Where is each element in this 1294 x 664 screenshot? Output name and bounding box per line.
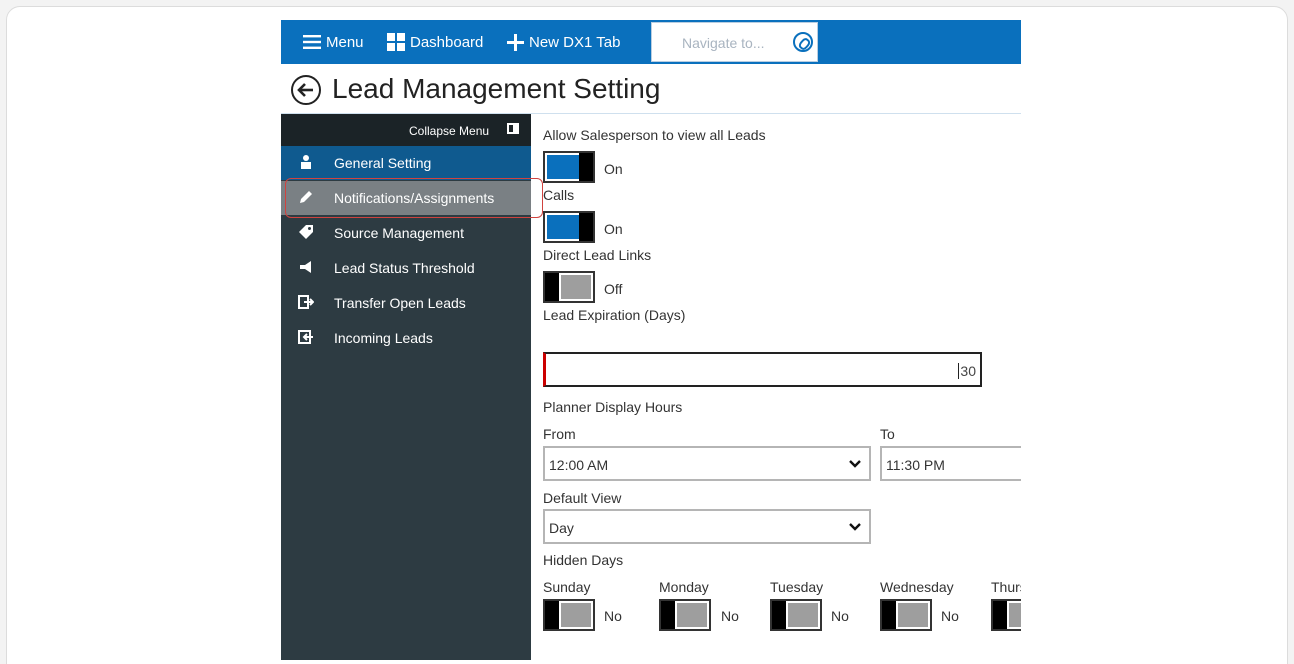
sidebar-item-label: Incoming Leads: [334, 330, 433, 346]
sidebar-item-incoming-leads[interactable]: Incoming Leads: [281, 321, 531, 355]
toggle-knob: [993, 601, 1007, 629]
toggle-knob: [545, 601, 559, 629]
to-label: To: [880, 426, 895, 442]
sidebar-item-label: General Setting: [334, 155, 432, 171]
collapse-icon: [507, 123, 519, 134]
toggle-knob: [661, 601, 675, 629]
new-tab-button[interactable]: New DX1 Tab: [507, 32, 620, 52]
direct-lead-links-state: Off: [604, 281, 623, 297]
direct-lead-links-toggle[interactable]: [543, 271, 595, 303]
day-label-thursday: Thursday: [991, 579, 1021, 595]
hidden-days-label: Hidden Days: [543, 552, 624, 568]
compass-icon[interactable]: [793, 32, 813, 52]
dashboard-icon: [387, 33, 405, 51]
day-toggle-thursday[interactable]: [991, 599, 1021, 631]
top-navbar: Menu Dashboard New DX1 Tab Navigate to..…: [281, 20, 1021, 64]
day-state-monday: No: [721, 608, 739, 624]
allow-salesperson-label: Allow Salesperson to view all Leads: [543, 127, 766, 143]
settings-content: Allow Salesperson to view all Leads On C…: [531, 114, 1021, 660]
day-label-sunday: Sunday: [543, 579, 591, 595]
navigate-placeholder: Navigate to...: [682, 35, 765, 51]
app-window: Menu Dashboard New DX1 Tab Navigate to..…: [281, 20, 1021, 660]
day-toggle-monday[interactable]: [659, 599, 711, 631]
day-state-wednesday: No: [941, 608, 959, 624]
toggle-fill: [561, 275, 591, 299]
highlight-box: [285, 178, 543, 218]
toggle-knob: [545, 273, 559, 301]
megaphone-icon: [298, 259, 314, 275]
day-state-sunday: No: [604, 608, 622, 624]
menu-label: Menu: [326, 33, 364, 51]
toggle-fill: [898, 603, 928, 627]
toggle-fill: [1009, 603, 1021, 627]
collapse-menu-button[interactable]: Collapse Menu: [281, 114, 531, 146]
sidebar-item-general-setting[interactable]: General Setting: [281, 146, 531, 180]
dashboard-label: Dashboard: [410, 33, 484, 51]
plus-icon: [507, 33, 524, 51]
navigate-input[interactable]: Navigate to...: [651, 22, 818, 62]
day-label-monday: Monday: [659, 579, 709, 595]
toggle-knob: [579, 153, 593, 181]
from-label: From: [543, 426, 576, 442]
default-view-select[interactable]: Day: [543, 509, 871, 544]
day-label-tuesday: Tuesday: [770, 579, 824, 595]
dashboard-button[interactable]: Dashboard: [387, 32, 483, 52]
calls-state: On: [604, 221, 623, 237]
page-title: Lead Management Setting: [332, 73, 661, 104]
sidebar-item-source-management[interactable]: Source Management: [281, 216, 531, 250]
day-label-wednesday: Wednesday: [880, 579, 954, 595]
inbox-icon: [298, 329, 314, 345]
lead-expiration-value: 30: [958, 363, 976, 379]
chevron-down-icon: [849, 460, 861, 468]
hamburger-icon: [303, 35, 321, 49]
transfer-icon: [298, 294, 315, 310]
tag-icon: [298, 224, 314, 240]
sidebar-item-label: Source Management: [334, 225, 464, 241]
back-arrow-icon[interactable]: [291, 75, 321, 105]
default-view-value: Day: [549, 520, 574, 536]
user-icon: [298, 154, 314, 170]
from-select[interactable]: 12:00 AM: [543, 446, 871, 481]
sidebar-item-label: Transfer Open Leads: [334, 295, 466, 311]
day-state-tuesday: No: [831, 608, 849, 624]
to-value: 11:30 PM: [886, 457, 945, 473]
sidebar-item-label: Lead Status Threshold: [334, 260, 475, 276]
calls-toggle[interactable]: [543, 211, 595, 243]
to-select[interactable]: 11:30 PM: [880, 446, 1021, 481]
chevron-down-icon: [849, 523, 861, 531]
day-toggle-sunday[interactable]: [543, 599, 595, 631]
toggle-fill: [547, 155, 579, 179]
toggle-fill: [677, 603, 707, 627]
toggle-knob: [882, 601, 896, 629]
toggle-fill: [788, 603, 818, 627]
lead-expiration-label: Lead Expiration (Days): [543, 307, 686, 323]
new-tab-label: New DX1 Tab: [529, 33, 621, 51]
planner-display-hours-label: Planner Display Hours: [543, 399, 683, 415]
default-view-label: Default View: [543, 490, 622, 506]
menu-button[interactable]: Menu: [303, 32, 364, 52]
title-bar: Lead Management Setting: [281, 64, 1021, 114]
allow-salesperson-toggle[interactable]: [543, 151, 595, 183]
allow-salesperson-state: On: [604, 161, 623, 177]
from-value: 12:00 AM: [549, 457, 609, 473]
sidebar-item-transfer-open-leads[interactable]: Transfer Open Leads: [281, 286, 531, 320]
toggle-knob: [579, 213, 593, 241]
collapse-menu-label: Collapse Menu: [409, 124, 490, 138]
day-toggle-wednesday[interactable]: [880, 599, 932, 631]
sidebar-item-lead-status-threshold[interactable]: Lead Status Threshold: [281, 251, 531, 285]
toggle-fill: [547, 215, 579, 239]
day-toggle-tuesday[interactable]: [770, 599, 822, 631]
toggle-knob: [772, 601, 786, 629]
direct-lead-links-label: Direct Lead Links: [543, 247, 652, 263]
calls-label: Calls: [543, 187, 575, 203]
lead-expiration-input[interactable]: 30: [543, 352, 982, 387]
toggle-fill: [561, 603, 591, 627]
